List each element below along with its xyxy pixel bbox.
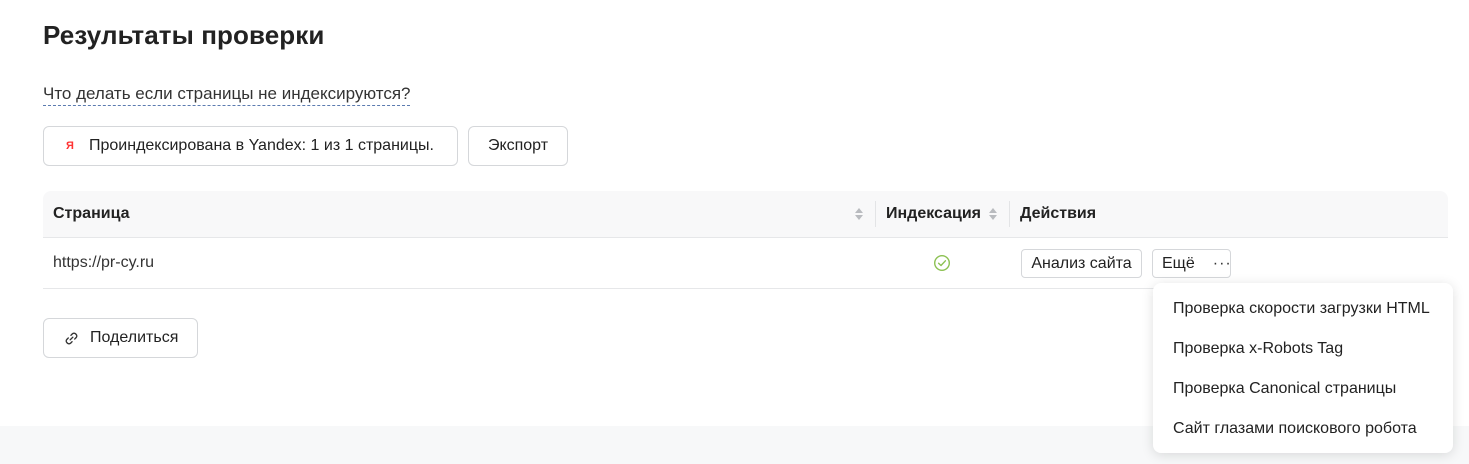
column-header-indexing: Индексация <box>886 205 982 222</box>
more-label: Ещё <box>1162 254 1195 272</box>
more-button[interactable]: Ещё ··· <box>1152 249 1231 278</box>
sort-icon[interactable] <box>854 206 864 222</box>
check-circle-icon <box>933 254 951 272</box>
yandex-icon: Я <box>66 140 74 152</box>
column-divider <box>1009 201 1010 227</box>
table-row: https://pr-cy.ru Анализ сайта Ещё ··· <box>43 238 1448 289</box>
help-link[interactable]: Что делать если страницы не индексируютс… <box>43 84 411 106</box>
menu-item-html-speed-check[interactable]: Проверка скорости загрузки HTML <box>1153 289 1453 329</box>
indexed-status-label: Проиндексирована в Yandex: 1 из 1 страни… <box>89 137 434 154</box>
sort-icon[interactable] <box>988 206 998 222</box>
indexed-status-button[interactable]: Я Проиндексирована в Yandex: 1 из 1 стра… <box>43 126 458 166</box>
export-button[interactable]: Экспорт <box>468 126 568 166</box>
link-icon <box>65 332 78 344</box>
column-divider <box>875 201 876 227</box>
share-button[interactable]: Поделиться <box>43 318 198 358</box>
export-label: Экспорт <box>487 137 549 154</box>
more-dots-icon: ··· <box>1212 254 1232 272</box>
page-url[interactable]: https://pr-cy.ru <box>53 238 154 288</box>
site-analysis-button[interactable]: Анализ сайта <box>1021 249 1142 278</box>
site-analysis-label: Анализ сайта <box>1031 254 1132 272</box>
table-header: Страница Индексация Действия <box>43 191 1448 238</box>
column-header-page: Страница <box>53 205 130 222</box>
share-label: Поделиться <box>90 329 179 346</box>
menu-item-search-robot-view[interactable]: Сайт глазами поискового робота <box>1153 409 1453 449</box>
column-header-actions: Действия <box>1020 205 1097 222</box>
results-table: Страница Индексация Действия https://pr-… <box>43 191 1448 289</box>
menu-item-canonical-check[interactable]: Проверка Canonical страницы <box>1153 369 1453 409</box>
more-actions-dropdown: Проверка скорости загрузки HTML Проверка… <box>1153 283 1453 453</box>
menu-item-x-robots-tag-check[interactable]: Проверка x-Robots Tag <box>1153 329 1453 369</box>
page-title: Результаты проверки <box>43 20 325 50</box>
